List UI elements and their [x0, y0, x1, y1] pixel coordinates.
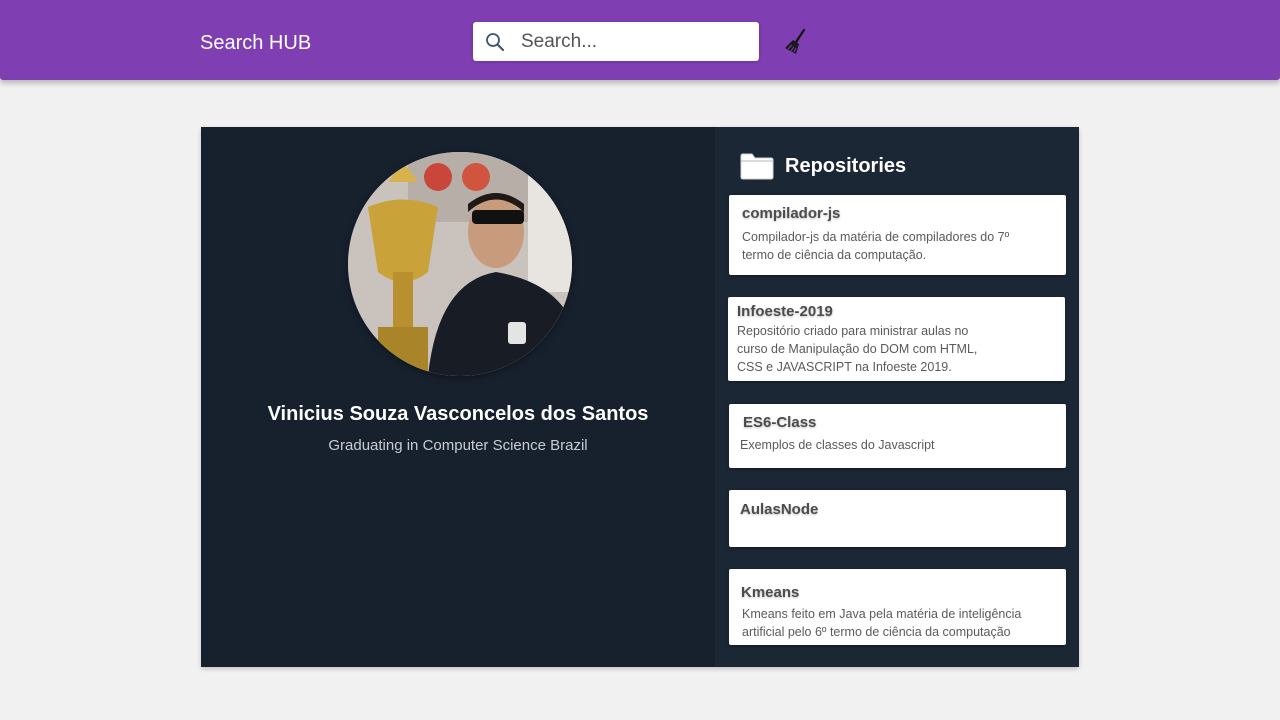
- repo-description: Kmeans feito em Java pela matéria de int…: [742, 607, 1022, 639]
- repo-card-kmeans[interactable]: Kmeans Kmeans feito em Java pela matéria…: [729, 569, 1066, 645]
- broom-icon[interactable]: [783, 28, 809, 56]
- repo-name[interactable]: AulasNode: [740, 501, 818, 518]
- avatar: [348, 152, 572, 376]
- repo-card-compilador-js[interactable]: compilador-js Compilador-js da matéria d…: [729, 195, 1066, 275]
- repo-name[interactable]: ES6-Class: [743, 414, 816, 431]
- repo-description: Compilador-js da matéria de compiladores…: [742, 230, 1010, 262]
- profile-name: Vinicius Souza Vasconcelos dos Santos: [267, 403, 649, 425]
- repo-card-es6-class[interactable]: ES6-Class Exemplos de classes do Javascr…: [729, 404, 1066, 468]
- search-input[interactable]: [521, 22, 751, 61]
- repositories-title: Repositories: [785, 155, 907, 177]
- profile-card: Vinicius Souza Vasconcelos dos Santos Gr…: [201, 127, 1079, 667]
- search-box[interactable]: [473, 22, 759, 61]
- repo-name[interactable]: compilador-js: [742, 205, 840, 222]
- profile-photo: [348, 152, 572, 376]
- repositories-header: Repositories: [739, 152, 1039, 182]
- search-icon: [486, 33, 505, 52]
- repo-name[interactable]: Infoeste-2019: [737, 303, 833, 320]
- repo-description: Repositório criado para ministrar aulas …: [737, 324, 978, 374]
- repo-card-aulasnode[interactable]: AulasNode: [729, 490, 1066, 547]
- profile-bio: Graduating in Computer Science Brazil: [328, 437, 588, 454]
- repo-name[interactable]: Kmeans: [741, 584, 799, 601]
- repo-description: Exemplos de classes do Javascript: [740, 438, 935, 452]
- brand-title[interactable]: Search HUB: [200, 31, 311, 55]
- profile-panel: Vinicius Souza Vasconcelos dos Santos Gr…: [201, 127, 715, 667]
- repositories-panel: Repositories compilador-js Compilador-js…: [715, 127, 1079, 667]
- folder-icon: [740, 153, 774, 180]
- top-navbar: Search HUB: [0, 0, 1280, 80]
- repo-card-infoeste-2019[interactable]: Infoeste-2019 Repositório criado para mi…: [728, 297, 1065, 381]
